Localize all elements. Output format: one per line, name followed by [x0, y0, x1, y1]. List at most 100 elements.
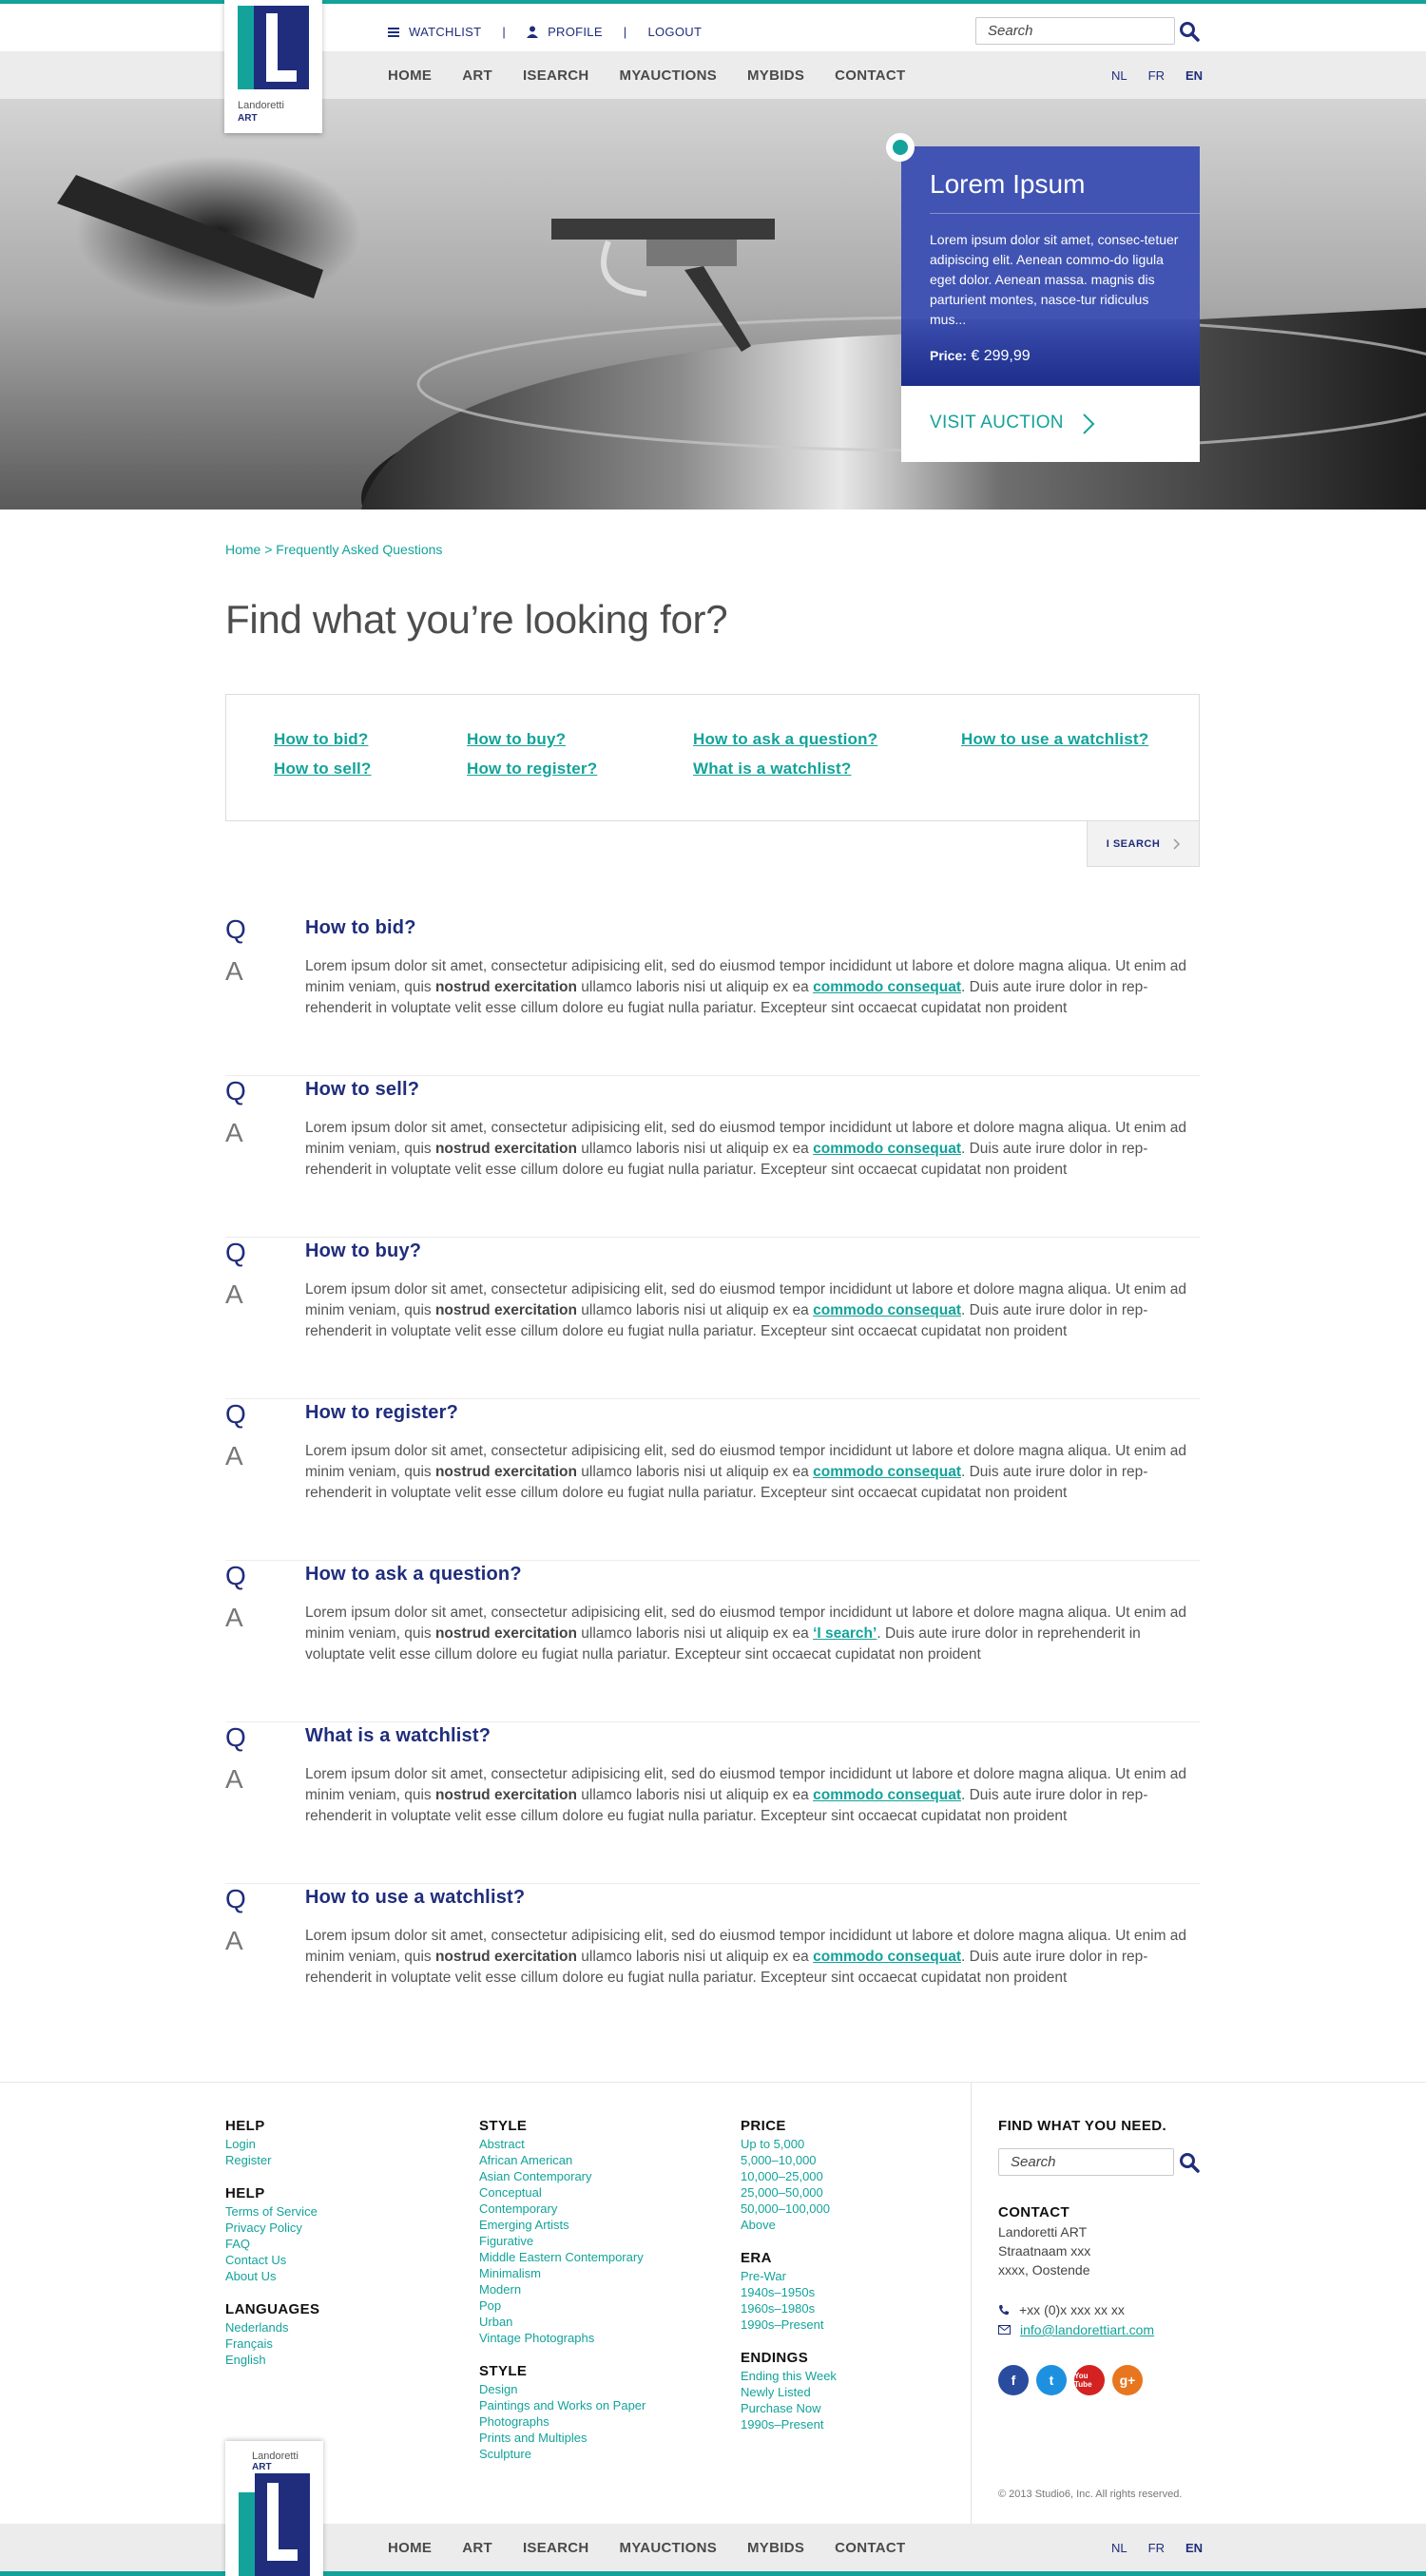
isearch-link[interactable]: ‘I search’ — [813, 1625, 877, 1642]
lang-fr[interactable]: FR — [1148, 68, 1165, 83]
footer-link-1960s-1980s[interactable]: 1960s–1980s — [741, 2300, 837, 2316]
quick-link-sell[interactable]: How to sell? — [274, 759, 372, 779]
facebook-icon[interactable]: f — [998, 2365, 1029, 2395]
isearch-button[interactable]: I SEARCH — [1087, 821, 1200, 867]
footer-link-pre-war[interactable]: Pre-War — [741, 2268, 837, 2284]
footer-link-modern[interactable]: Modern — [479, 2281, 646, 2297]
quick-link-bid[interactable]: How to bid? — [274, 730, 368, 749]
quick-link-buy[interactable]: How to buy? — [467, 730, 566, 749]
footer-link-abstract[interactable]: Abstract — [479, 2136, 646, 2152]
nav-item-contact[interactable]: CONTACT — [835, 67, 905, 84]
footer-link-purchase-now[interactable]: Purchase Now — [741, 2400, 837, 2416]
footer-link-register[interactable]: Register — [225, 2152, 319, 2168]
footer-link-up-to-5-000[interactable]: Up to 5,000 — [741, 2136, 837, 2152]
footer-link-1990s-present[interactable]: 1990s–Present — [741, 2316, 837, 2333]
nav-item-home[interactable]: HOME — [388, 67, 432, 84]
search-input[interactable] — [975, 17, 1175, 45]
footer-column-price: PRICE Up to 5,000 5,000–10,000 10,000–25,00… — [741, 2118, 837, 2450]
lang-nl[interactable]: NL — [1111, 2541, 1127, 2555]
nav-item-art[interactable]: ART — [462, 67, 492, 84]
question-marker: Q — [225, 1076, 246, 1105]
site-logo[interactable]: Landoretti ART — [224, 0, 322, 133]
footer-link-urban[interactable]: Urban — [479, 2314, 646, 2330]
footer-link-fran-ais[interactable]: Français — [225, 2336, 319, 2352]
search-icon[interactable] — [1179, 2152, 1200, 2173]
answer-link[interactable]: commodo consequat — [813, 1302, 961, 1318]
footer-link-newly-listed[interactable]: Newly Listed — [741, 2384, 837, 2400]
footer-link-prints-and-multiples[interactable]: Prints and Multiples — [479, 2430, 646, 2446]
footer-link-login[interactable]: Login — [225, 2136, 319, 2152]
footer-link-nederlands[interactable]: Nederlands — [225, 2319, 319, 2336]
footer-nav-mybids[interactable]: MYBIDS — [747, 2540, 804, 2556]
footer-link-asian-contemporary[interactable]: Asian Contemporary — [479, 2168, 646, 2184]
footer-link-25-000-50-000[interactable]: 25,000–50,000 — [741, 2184, 837, 2201]
footer-search-input[interactable] — [998, 2148, 1174, 2176]
footer-link-about-us[interactable]: About Us — [225, 2268, 319, 2284]
footer-link-minimalism[interactable]: Minimalism — [479, 2265, 646, 2281]
footer-link-terms-of-service[interactable]: Terms of Service — [225, 2203, 319, 2220]
footer-link-african-american[interactable]: African American — [479, 2152, 646, 2168]
lang-nl[interactable]: NL — [1111, 68, 1127, 83]
quick-link-watchlist[interactable]: What is a watchlist? — [693, 759, 851, 779]
footer-link-10-000-25-000[interactable]: 10,000–25,000 — [741, 2168, 837, 2184]
footer-link-pop[interactable]: Pop — [479, 2297, 646, 2314]
lang-en[interactable]: EN — [1185, 2541, 1203, 2555]
footer-nav-home[interactable]: HOME — [388, 2540, 432, 2556]
footer-nav-art[interactable]: ART — [462, 2540, 492, 2556]
nav-item-mybids[interactable]: MYBIDS — [747, 67, 804, 84]
logout-link[interactable]: LOGOUT — [647, 25, 702, 39]
footer-nav-myauctions[interactable]: MYAUCTIONS — [620, 2540, 717, 2556]
faq-answer: Lorem ipsum dolor sit amet, consectetur … — [305, 1118, 1200, 1181]
footer-link-privacy-policy[interactable]: Privacy Policy — [225, 2220, 319, 2236]
footer-link-50-000-100-000[interactable]: 50,000–100,000 — [741, 2201, 837, 2217]
footer-link-sculpture[interactable]: Sculpture — [479, 2446, 646, 2462]
footer-link-figurative[interactable]: Figurative — [479, 2233, 646, 2249]
footer-link-middle-eastern-contemporary[interactable]: Middle Eastern Contemporary — [479, 2249, 646, 2265]
twitter-icon[interactable]: t — [1036, 2365, 1067, 2395]
footer-link-contemporary[interactable]: Contemporary — [479, 2201, 646, 2217]
lang-fr[interactable]: FR — [1148, 2541, 1165, 2555]
footer-link-design[interactable]: Design — [479, 2381, 646, 2397]
footer-link-contact-us[interactable]: Contact Us — [225, 2252, 319, 2268]
answer-link[interactable]: commodo consequat — [813, 1464, 961, 1480]
watchlist-link[interactable]: WATCHLIST — [409, 25, 481, 39]
quick-link-register[interactable]: How to register? — [467, 759, 597, 779]
footer-nav-contact[interactable]: CONTACT — [835, 2540, 905, 2556]
price-label: Price: — [930, 348, 967, 363]
contact-email[interactable]: info@landorettiart.com — [998, 2322, 1154, 2337]
footer-link-emerging-artists[interactable]: Emerging Artists — [479, 2217, 646, 2233]
answer-link[interactable]: commodo consequat — [813, 979, 961, 995]
faq-answer: Lorem ipsum dolor sit amet, consectetur … — [305, 1279, 1200, 1342]
youtube-icon[interactable]: You Tube — [1074, 2365, 1105, 2395]
footer-link-photographs[interactable]: Photographs — [479, 2413, 646, 2430]
nav-item-myauctions[interactable]: MYAUCTIONS — [620, 67, 717, 84]
lang-en[interactable]: EN — [1185, 68, 1203, 83]
breadcrumb[interactable]: Home > Frequently Asked Questions — [225, 542, 442, 557]
footer-link-paintings-and-works-on-paper[interactable]: Paintings and Works on Paper — [479, 2397, 646, 2413]
visit-auction-button[interactable]: VISIT AUCTION — [930, 413, 1064, 433]
footer-link-conceptual[interactable]: Conceptual — [479, 2184, 646, 2201]
footer-logo[interactable]: Landoretti ART — [225, 2441, 323, 2576]
google-plus-icon[interactable]: g+ — [1112, 2365, 1143, 2395]
footer-link-1940s-1950s[interactable]: 1940s–1950s — [741, 2284, 837, 2300]
answer-bold: nostrud exercitation — [434, 1141, 577, 1157]
profile-link[interactable]: PROFILE — [548, 25, 603, 39]
answer-link[interactable]: commodo consequat — [813, 1949, 961, 1965]
footer-nav-isearch[interactable]: ISEARCH — [523, 2540, 589, 2556]
quick-link-ask-question[interactable]: How to ask a question? — [693, 730, 877, 749]
separator: | — [623, 25, 627, 39]
footer-link-1990s-present[interactable]: 1990s–Present — [741, 2416, 837, 2432]
nav-item-isearch[interactable]: ISEARCH — [523, 67, 589, 84]
footer-link-faq[interactable]: FAQ — [225, 2236, 319, 2252]
footer-link-ending-this-week[interactable]: Ending this Week — [741, 2368, 837, 2384]
footer-link-5-000-10-000[interactable]: 5,000–10,000 — [741, 2152, 837, 2168]
quick-link-use-watchlist[interactable]: How to use a watchlist? — [961, 730, 1148, 749]
footer-link-above[interactable]: Above — [741, 2217, 837, 2233]
search-icon[interactable] — [1179, 21, 1200, 42]
footer-link-english[interactable]: English — [225, 2352, 319, 2368]
footer-link-vintage-photographs[interactable]: Vintage Photographs — [479, 2330, 646, 2346]
answer-marker: A — [225, 956, 243, 986]
answer-link[interactable]: commodo consequat — [813, 1787, 961, 1803]
answer-link[interactable]: commodo consequat — [813, 1141, 961, 1157]
answer-bold: nostrud exercitation — [434, 1464, 577, 1480]
